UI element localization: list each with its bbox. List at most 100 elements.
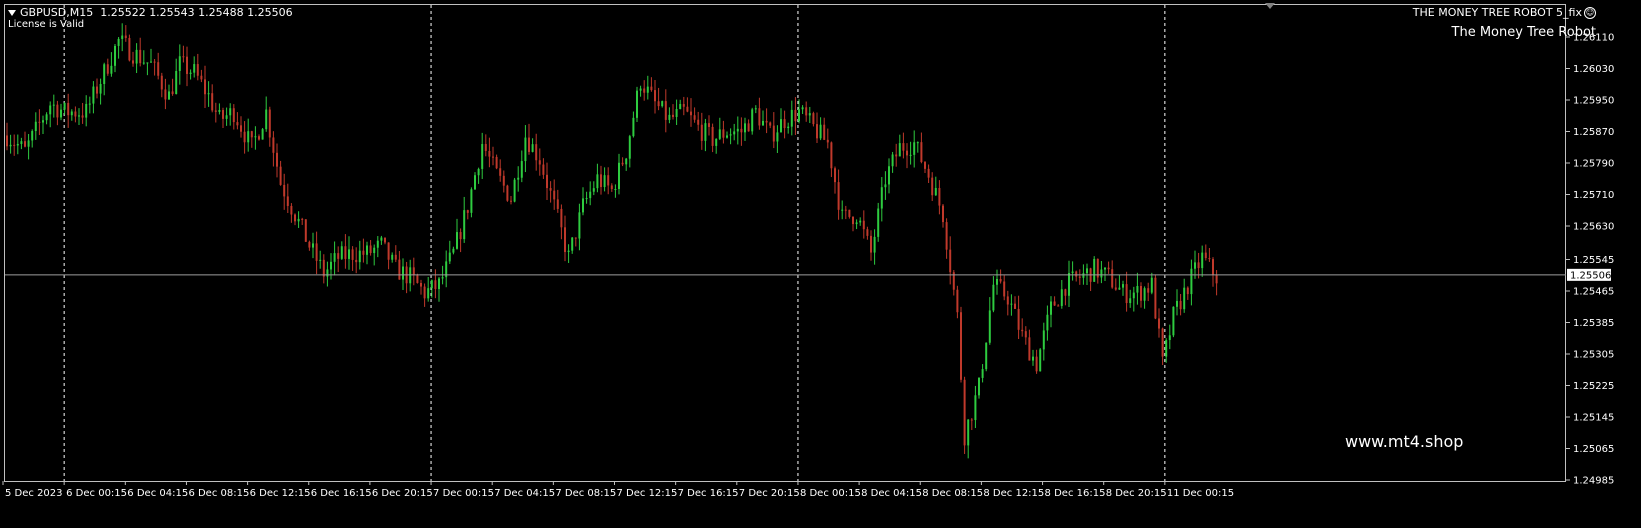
bear-candle [1078,269,1081,285]
bull-candle [801,105,804,114]
bull-candle [841,200,844,220]
bear-candle [708,115,710,136]
bear-candle [1021,318,1024,337]
bull-candle [985,342,988,372]
bull-candle [445,250,448,288]
bear-candle [654,79,656,114]
bull-candle [582,187,584,216]
bear-candle [344,234,347,269]
bull-candle [988,297,991,345]
bull-candle [661,100,664,108]
bull-candle [207,81,210,107]
bull-candle [427,276,430,302]
bear-candle [1035,349,1038,374]
bear-candle [506,184,509,202]
bull-candle [103,62,106,96]
bull-candle [704,118,707,152]
bull-candle [1093,256,1096,282]
bull-candle [261,127,264,140]
bull-candle [880,177,883,222]
bear-candle [304,219,307,242]
bull-candle [409,259,412,292]
chart-window[interactable]: 1.26110 1.26030 1.25950 1.25870 1.25790 1.257… [0,0,1641,528]
bear-candle [182,45,185,63]
watermark-text: www.mt4.shop [1345,432,1464,451]
bull-candle [20,137,23,150]
bull-candle [819,117,822,141]
bear-candle [546,162,548,201]
bull-candle [178,44,181,85]
price-tick-label: 1.25870 [1573,127,1614,138]
bear-candle [232,104,235,130]
bear-candle [499,159,502,182]
bear-candle [434,269,437,299]
time-tick-label: 7 Dec 04:15 [494,488,555,499]
bull-candle [1143,286,1146,309]
bear-candle [405,261,408,294]
bull-candle [592,181,595,196]
bear-candle [1158,308,1160,338]
bear-candle [711,123,714,153]
bull-candle [859,217,862,226]
bull-candle [1086,263,1088,286]
bear-candle [171,78,174,96]
time-tick-label: 7 Dec 00:15 [433,488,494,499]
bear-candle [369,240,372,256]
bear-candle [157,52,160,80]
bear-candle [556,189,559,213]
dropdown-triangle-icon[interactable] [8,10,16,16]
indicator-name: THE MONEY TREE ROBOT 5_fix [1412,6,1582,19]
bear-candle [492,146,494,166]
bear-candle [56,100,59,126]
ohlc-values: 1.25522 1.25543 1.25488 1.25506 [100,6,293,19]
bull-candle [333,241,336,276]
bear-candle [394,245,397,263]
bear-candle [960,306,962,383]
bull-candle [884,171,887,200]
bull-candle [297,211,300,228]
bull-candle [855,219,858,230]
bear-candle [1024,326,1027,345]
smiley-icon: ☺ [1584,7,1596,19]
bear-candle [848,209,851,219]
bear-candle [945,218,948,259]
bear-candle [1125,271,1128,312]
bear-candle [942,203,944,228]
bear-candle [286,183,289,213]
bull-candle [348,236,350,270]
bull-candle [1071,261,1074,281]
bull-candle [452,246,455,255]
bull-candle [790,100,793,136]
bear-candle [794,97,797,135]
bull-candle [1039,348,1042,372]
price-axis[interactable]: 1.261101.260301.259501.258701.257901.257… [1566,33,1614,487]
time-axis[interactable]: 5 Dec 2023 6 Dec 00:15 6 Dec 04:15 6 Dec 08… [2,481,1234,499]
bear-candle [747,119,750,132]
bear-candle [38,109,41,136]
bull-candle [596,163,599,193]
bear-candle [337,246,340,273]
bull-candle [589,181,592,206]
bear-candle [610,183,613,192]
bull-candle [27,134,30,160]
bull-candle [175,58,178,95]
bull-candle [718,117,721,141]
bull-candle [981,364,984,383]
bull-candle [1010,294,1013,316]
bull-candle [9,134,12,154]
bull-candle [571,237,574,254]
time-tick-label: 6 Dec 20:15 [372,488,433,499]
price-tick-label: 1.26030 [1573,64,1614,75]
bear-candle [682,96,685,116]
bear-candle [564,215,566,262]
bear-candle [351,246,354,271]
bear-candle [769,121,772,129]
price-tick-label: 1.25710 [1573,190,1614,201]
price-tick-label: 1.25465 [1573,286,1614,297]
bull-candle [1150,272,1153,295]
bull-candle [974,385,977,429]
bear-candle [765,108,768,134]
bear-candle [758,97,761,130]
collapse-arrow-icon[interactable] [1265,3,1275,9]
bull-candle [358,240,361,270]
